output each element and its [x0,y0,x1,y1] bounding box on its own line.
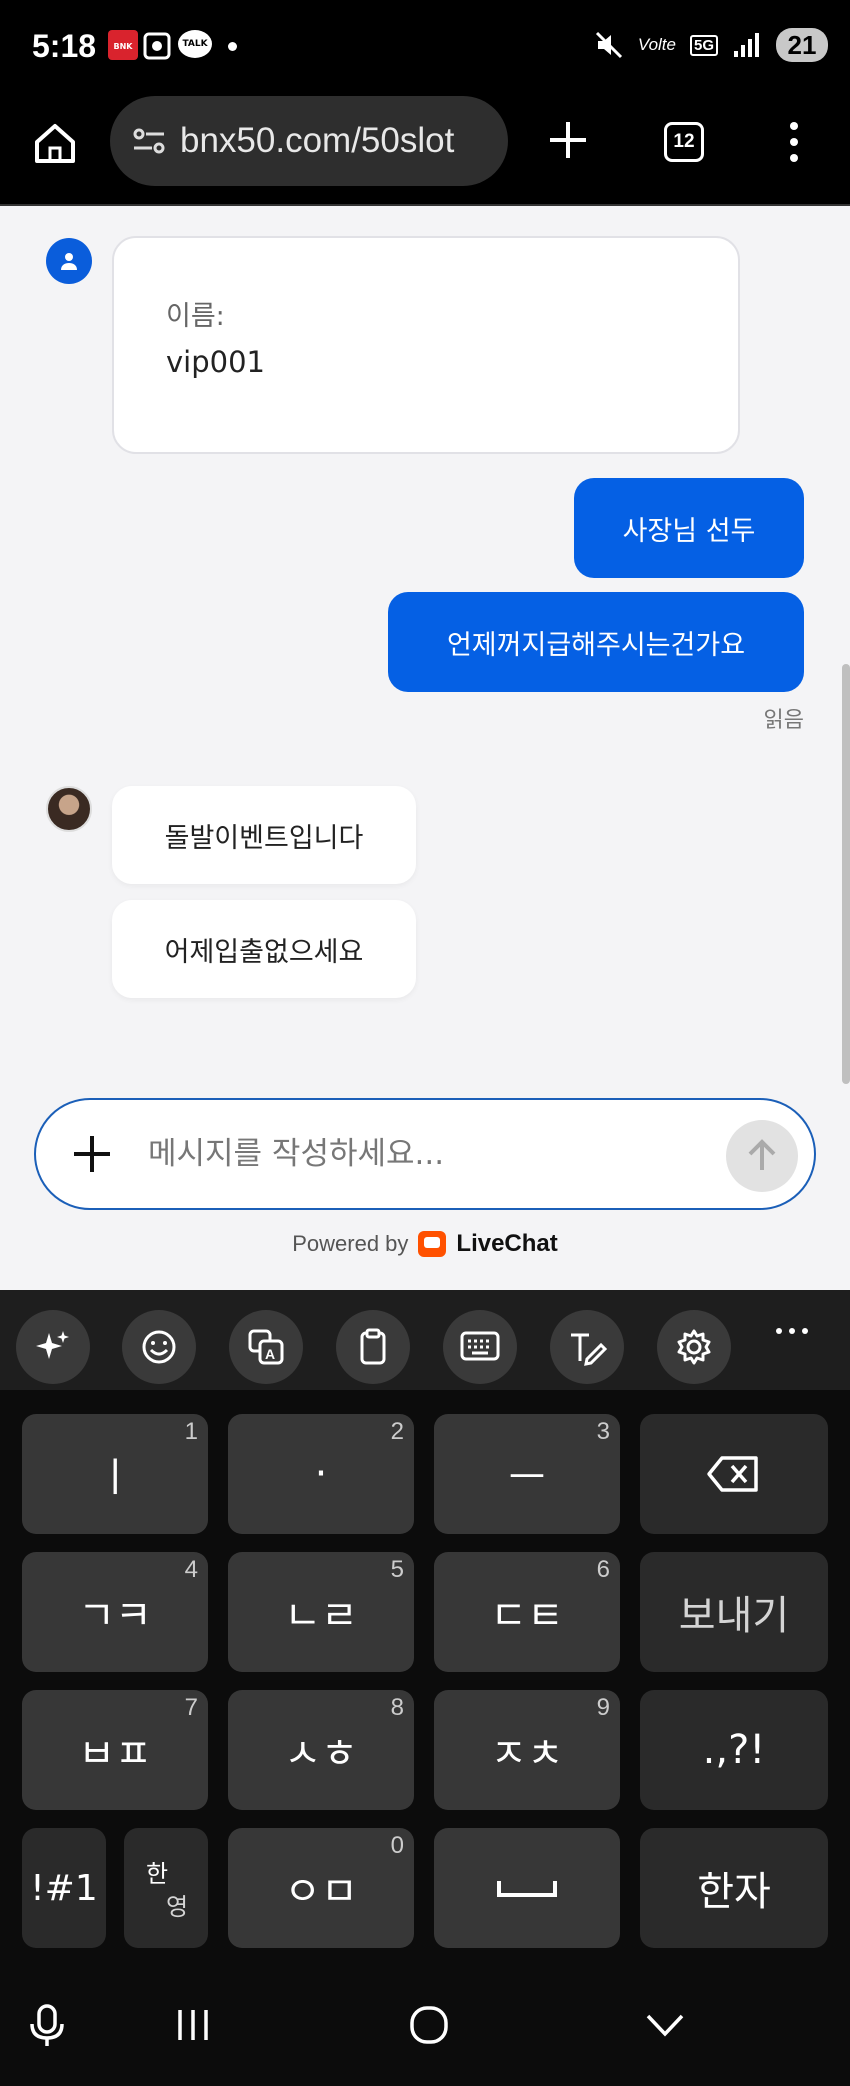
svg-text:A: A [265,1346,275,1362]
voice-input-button[interactable] [22,2000,72,2050]
outgoing-message[interactable]: 언제꺼지급해주시는건가요 [388,592,804,692]
key-siot-hieut[interactable]: ㅅㅎ 8 [228,1690,414,1810]
space-key[interactable] [434,1828,620,1948]
network-label: 5G [689,34,718,56]
url-text: bnx50.com/50slot [180,121,455,160]
kakaotalk-icon: TALK [178,30,212,58]
livechat-brand: LiveChat [456,1230,558,1257]
recents-button[interactable] [168,2000,218,2050]
more-icon[interactable] [776,1328,808,1334]
powered-by-text: Powered by [292,1231,409,1256]
status-bar: 5:18 BNK TALK Volte 5G 21 [0,0,850,96]
browser-toolbar: bnx50.com/50slot 12 [0,96,850,206]
message-composer [34,1098,816,1210]
language-toggle-key[interactable]: 한 영 [124,1828,208,1948]
key-vowel-eu[interactable]: ㅡ3 [434,1414,620,1534]
arrow-up-icon [748,1139,776,1170]
status-time: 5:18 [32,28,97,64]
attach-button[interactable] [66,1128,118,1180]
battery-indicator: 21 [776,28,828,62]
hanja-key[interactable]: 한자 [640,1828,828,1948]
send-button[interactable] [726,1120,798,1192]
form-field-label: 이름: [166,301,225,332]
site-settings-icon[interactable] [132,126,166,156]
form-field-value: vip001 [166,345,265,379]
microphone-icon [30,2004,64,2046]
symbols-key[interactable]: !#1 [22,1828,106,1948]
mute-icon [595,31,622,59]
home-nav-button[interactable] [404,2000,454,2050]
send-key[interactable]: 보내기 [640,1552,828,1672]
key-nieun-rieul[interactable]: ㄴㄹ 5 [228,1552,414,1672]
agent-photo-avatar [46,786,92,832]
recents-icon [178,2010,208,2040]
key-bieup-pieup[interactable]: ㅂㅍ 7 [22,1690,208,1810]
incoming-message[interactable]: 돌발이벤트입니다 [112,786,416,884]
powered-by[interactable]: Powered by LiveChat [0,1230,850,1258]
punctuation-key[interactable]: .,?! [640,1690,828,1810]
chat-scrollbar[interactable] [842,664,850,1084]
plus-icon [74,1136,110,1172]
key-ieung-mieum[interactable]: ㅇㅁ 0 [228,1828,414,1948]
volte-label: Volte [637,35,676,54]
translate-icon[interactable]: A [229,1310,303,1384]
chevron-down-icon [646,2014,684,2037]
keyboard: ㅣ1 · 2 ㅡ3 ㄱㅋ 4 ㄴㄹ 5 ㄷㅌ 6 보내기 ㅂㅍ 7 ㅅㅎ 8 ㅈㅊ 9 .,?… [0,1390,850,1960]
home-button[interactable] [30,118,80,168]
keyboard-layout-icon[interactable] [443,1310,517,1384]
new-tab-button[interactable] [540,112,596,168]
backspace-icon [707,1456,758,1492]
settings-icon[interactable] [657,1310,731,1384]
status-indicators: Volte 5G 21 [594,28,828,62]
notification-dot-icon [228,42,237,51]
signal-icon [734,33,759,57]
hide-keyboard-button[interactable] [640,2000,690,2050]
chat-area: 이름: vip001 사장님 선두 언제꺼지급해주시는건가요 읽음 돌발이벤트입… [0,206,850,1290]
keyboard-toolbar: A [0,1290,850,1390]
tab-switcher-button[interactable]: 12 [664,122,704,162]
system-nav-bar [0,1960,850,2086]
key-giyeok-kieuk[interactable]: ㄱㅋ 4 [22,1552,208,1672]
key-jieut-chieut[interactable]: ㅈㅊ 9 [434,1690,620,1810]
prechat-form-card: 이름: vip001 [112,236,740,454]
clipboard-icon[interactable] [336,1310,410,1384]
emoji-icon[interactable] [122,1310,196,1384]
key-digeut-tieut[interactable]: ㄷㅌ 6 [434,1552,620,1672]
browser-menu-button[interactable] [782,116,806,168]
home-circle-icon [410,2006,448,2044]
handwriting-icon[interactable] [550,1310,624,1384]
user-icon [61,253,77,270]
home-icon [35,124,75,163]
livechat-logo-icon [418,1231,447,1257]
read-receipt: 읽음 [763,708,804,733]
outgoing-message[interactable]: 사장님 선두 [574,478,804,578]
plus-icon [550,122,586,158]
agent-avatar [46,238,92,284]
key-vowel-i[interactable]: ㅣ1 [22,1414,208,1534]
address-bar[interactable]: bnx50.com/50slot [110,96,508,186]
sparkle-ai-icon[interactable] [16,1310,90,1384]
space-bar-icon [497,1881,557,1897]
screenshot-icon [142,30,172,62]
key-vowel-dot[interactable]: · 2 [228,1414,414,1534]
message-input[interactable] [148,1118,648,1190]
backspace-key[interactable] [640,1414,828,1534]
bnk-app-icon: BNK [108,30,138,60]
incoming-message[interactable]: 어제입출없으세요 [112,900,416,998]
